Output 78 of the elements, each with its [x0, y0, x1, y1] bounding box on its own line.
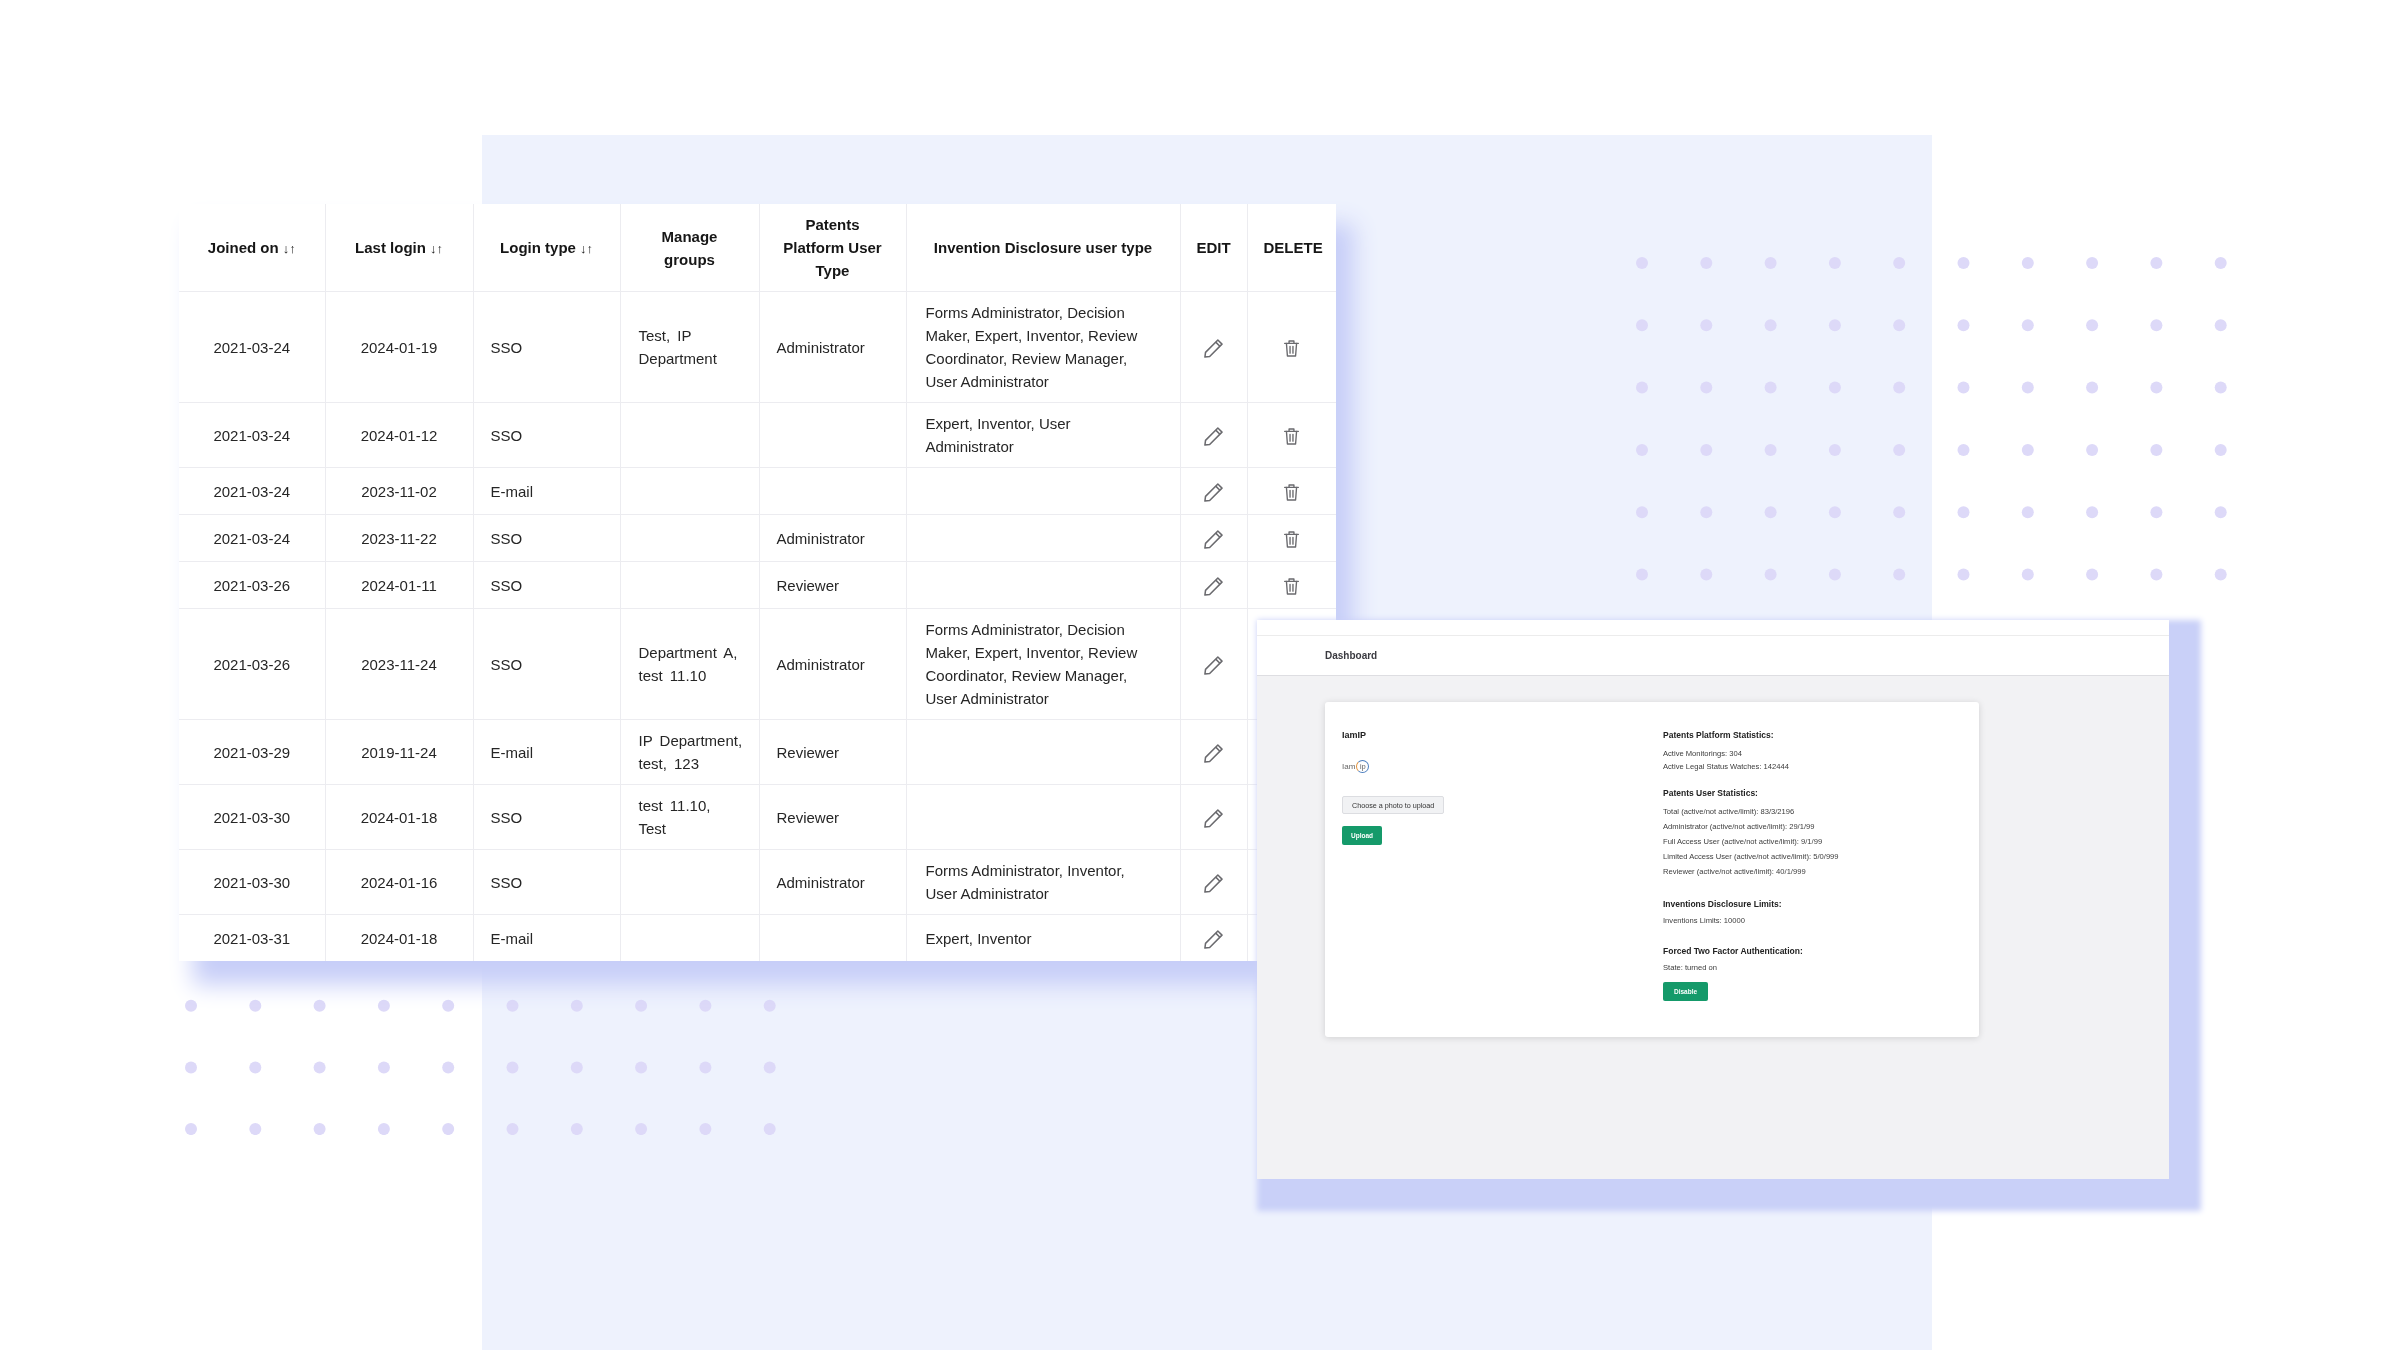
- last-login-date: 2023-11-24: [361, 655, 437, 673]
- login-type: SSO: [490, 655, 523, 673]
- last-login-date: 2023-11-22: [361, 529, 437, 547]
- group-names: Department A, test 11.10: [638, 643, 739, 686]
- edit-icon[interactable]: [1204, 809, 1223, 829]
- trash-icon[interactable]: [1284, 340, 1300, 358]
- disclosure-user-type: Forms Administrator, Decision Maker, Expert, Inventor, Review Coordinator, Review Manager, User Administrator: [925, 621, 1138, 707]
- edit-icon[interactable]: [1204, 930, 1223, 950]
- edit-icon[interactable]: [1204, 339, 1223, 359]
- login-type: SSO: [490, 576, 523, 594]
- join-date: 2021-03-26: [213, 576, 291, 594]
- last-login-date: 2019-11-24: [361, 743, 437, 761]
- disclosure-user-type: Expert, Inventor: [925, 929, 1032, 947]
- login-type: SSO: [490, 338, 523, 356]
- column-header: DELETE: [1263, 239, 1323, 256]
- join-date: 2021-03-24: [213, 529, 291, 547]
- group-names: test 11.10, Test: [638, 796, 712, 839]
- sort-arrows[interactable]: ↓↑: [429, 240, 443, 256]
- join-date: 2021-03-26: [213, 655, 291, 673]
- disclosure-user-type: Forms Administrator, Decision Maker, Expert, Inventor, Review Coordinator, Review Manager, User Administrator: [925, 304, 1138, 390]
- last-login-date: 2024-01-18: [360, 808, 438, 826]
- trash-icon[interactable]: [1284, 428, 1300, 446]
- login-type: SSO: [490, 808, 523, 826]
- edit-icon[interactable]: [1204, 483, 1223, 503]
- trash-icon[interactable]: [1284, 484, 1300, 502]
- join-date: 2021-03-24: [213, 482, 291, 500]
- join-date: 2021-03-31: [213, 929, 291, 947]
- login-type: E-mail: [490, 929, 533, 947]
- edit-icon[interactable]: [1204, 530, 1223, 550]
- platform-user-type: Administrator: [776, 655, 865, 673]
- section-heading: Patents Platform Statistics:: [1663, 729, 1775, 741]
- join-date: 2021-03-29: [213, 743, 291, 761]
- edit-icon[interactable]: [1204, 744, 1223, 764]
- group-names: Test, IP Department: [638, 326, 718, 369]
- last-login-date: 2024-01-19: [360, 338, 438, 356]
- section-heading: Inventions Disclosure Limits:: [1663, 898, 1783, 910]
- column-header[interactable]: Last login: [355, 238, 426, 256]
- edit-icon[interactable]: [1204, 656, 1223, 676]
- join-date: 2021-03-30: [213, 873, 291, 891]
- join-date: 2021-03-24: [213, 426, 291, 444]
- section-heading: Patents User Statistics:: [1663, 787, 1759, 799]
- last-login-date: 2024-01-18: [360, 929, 438, 947]
- platform-user-type: Reviewer: [776, 576, 840, 594]
- company-name: IamIP: [1342, 729, 1366, 741]
- last-login-date: 2024-01-11: [361, 576, 437, 594]
- column-header[interactable]: Login type: [500, 238, 576, 256]
- platform-user-type: Administrator: [776, 529, 865, 547]
- trash-icon[interactable]: [1284, 578, 1300, 596]
- group-names: IP Department, test, 123: [638, 731, 744, 774]
- login-type: SSO: [490, 529, 523, 547]
- login-type: E-mail: [490, 743, 533, 761]
- edit-icon[interactable]: [1204, 577, 1223, 597]
- join-date: 2021-03-30: [213, 808, 291, 826]
- sort-arrows[interactable]: ↓↑: [579, 240, 593, 256]
- page-title: Dashboard: [1325, 650, 1378, 661]
- platform-user-type: Reviewer: [776, 808, 840, 826]
- platform-user-type: Reviewer: [776, 743, 840, 761]
- login-type: SSO: [490, 426, 523, 444]
- trash-icon[interactable]: [1284, 531, 1300, 549]
- login-type: SSO: [490, 873, 523, 891]
- edit-icon[interactable]: [1204, 874, 1223, 894]
- join-date: 2021-03-24: [213, 338, 291, 356]
- sort-arrows[interactable]: ↓↑: [282, 240, 296, 256]
- column-header: Manage groups: [661, 227, 718, 268]
- edit-icon[interactable]: [1204, 427, 1223, 447]
- section-heading: Forced Two Factor Authentication:: [1663, 945, 1804, 957]
- platform-user-type: Administrator: [776, 338, 865, 356]
- disclosure-user-type: Forms Administrator, Inventor, User Administrator: [925, 862, 1125, 902]
- column-header: EDIT: [1196, 239, 1231, 256]
- disclosure-user-type: Expert, Inventor, User Administrator: [925, 415, 1071, 455]
- last-login-date: 2024-01-16: [360, 873, 438, 891]
- column-header[interactable]: Joined on: [207, 238, 279, 256]
- last-login-date: 2023-11-02: [361, 482, 437, 500]
- platform-user-type: Administrator: [776, 873, 865, 891]
- column-header: Patents Platform User Type: [783, 216, 882, 279]
- last-login-date: 2024-01-12: [360, 426, 438, 444]
- login-type: E-mail: [490, 482, 533, 500]
- column-header: Invention Disclosure user type: [933, 239, 1153, 256]
